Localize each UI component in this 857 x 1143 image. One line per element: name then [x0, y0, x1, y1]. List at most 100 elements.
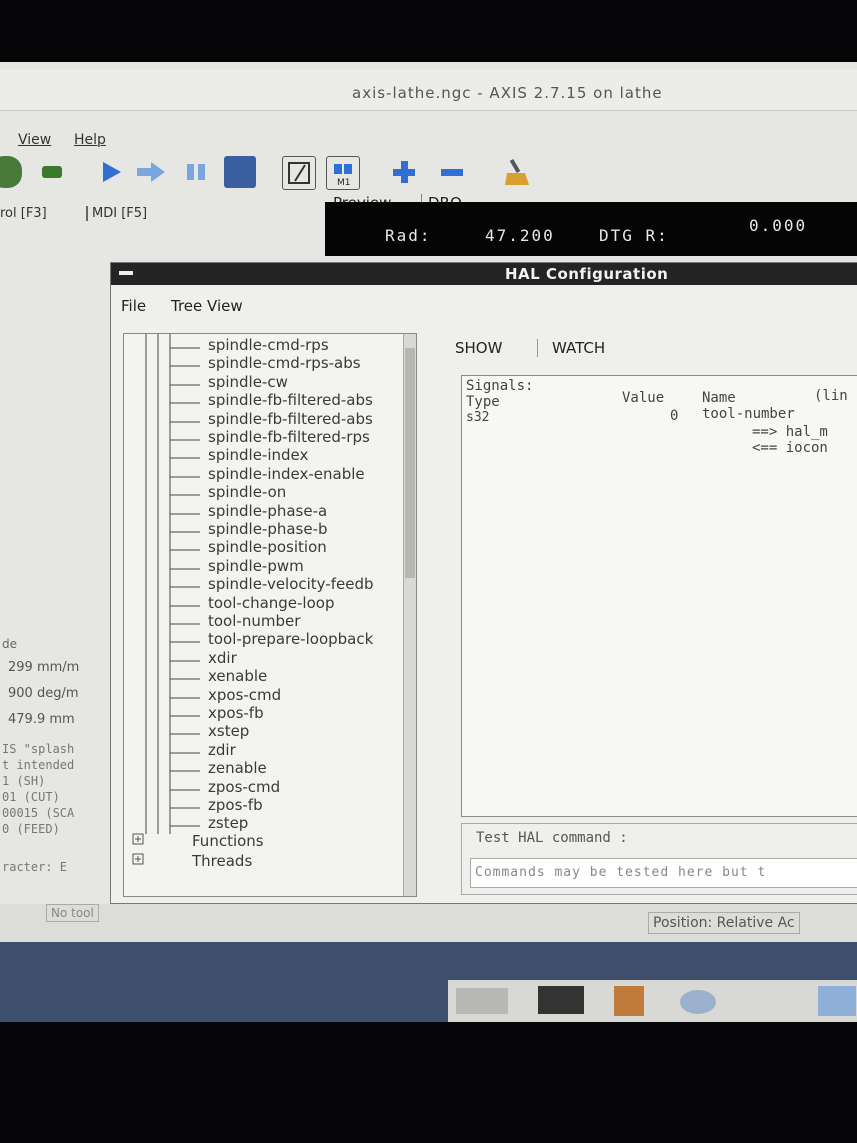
output-name-header: Name: [702, 390, 736, 406]
tree-item[interactable]: xpos-cmd: [208, 686, 281, 704]
tree-branch-line: [170, 715, 200, 717]
tree-item[interactable]: spindle-index: [208, 446, 308, 464]
tab-watch[interactable]: WATCH: [537, 339, 605, 357]
tree-branch-line: [170, 807, 200, 809]
tree-branch-line: [170, 789, 200, 791]
tree-branch-line: [170, 586, 200, 588]
tree-branch-line: [170, 623, 200, 625]
hal-title: HAL Configuration: [505, 265, 669, 283]
tree-item[interactable]: xpos-fb: [208, 704, 264, 722]
dock: [448, 980, 857, 1022]
taskbar: [0, 942, 857, 1022]
status-character: racter: E: [2, 860, 68, 874]
tree-branch-line: [170, 457, 200, 459]
tab-show[interactable]: SHOW: [455, 339, 502, 357]
output-value: 0: [670, 408, 679, 424]
dro-rad-value: 47.200: [485, 226, 555, 245]
screen: axis-lathe.ngc - AXIS 2.7.15 on lathe Vi…: [0, 62, 857, 1022]
tree-item[interactable]: spindle-index-enable: [208, 465, 365, 483]
optional-stop-icon[interactable]: M1: [326, 156, 360, 190]
tree-item[interactable]: spindle-cmd-rps: [208, 336, 329, 354]
tree-item[interactable]: spindle-on: [208, 483, 286, 501]
dro-rad-label: Rad:: [385, 226, 432, 245]
tree-root-functions[interactable]: Functions: [192, 832, 264, 850]
step-icon[interactable]: [135, 156, 167, 188]
gcode-line-5: 00015 (SCA: [2, 806, 75, 820]
tab-mdi[interactable]: MDI [F5]: [86, 206, 147, 221]
tree-item[interactable]: tool-change-loop: [208, 594, 334, 612]
output-lin-header: (lin: [814, 388, 848, 404]
output-type-header: Type: [466, 394, 500, 410]
hal-configuration-window: HAL Configuration File Tree View spindle…: [110, 262, 857, 904]
power-icon[interactable]: [36, 156, 68, 188]
svg-text:M1: M1: [337, 178, 351, 187]
tree-item[interactable]: spindle-pwm: [208, 557, 304, 575]
position-status: Position: Relative Ac: [648, 912, 800, 934]
tree-item[interactable]: xstep: [208, 722, 249, 740]
test-hal-placeholder: Commands may be tested here but t: [475, 865, 767, 880]
hal-menu-file[interactable]: File: [121, 297, 146, 315]
tree-branch-line: [170, 439, 200, 441]
tree-item[interactable]: zpos-cmd: [208, 778, 280, 796]
output-value-header: Value: [622, 390, 665, 406]
tree-item[interactable]: zpos-fb: [208, 796, 263, 814]
tree-item[interactable]: spindle-cw: [208, 373, 288, 391]
menu-view[interactable]: View: [18, 132, 51, 148]
stop-icon[interactable]: [224, 156, 256, 188]
window-titlebar: axis-lathe.ngc - AXIS 2.7.15 on lathe: [0, 70, 857, 111]
tree-item[interactable]: zenable: [208, 759, 267, 777]
tree-scroll-thumb[interactable]: [405, 348, 415, 578]
tree-item[interactable]: tool-number: [208, 612, 300, 630]
tree-branch-line: [170, 402, 200, 404]
tab-manual-control[interactable]: rol [F3]: [0, 206, 47, 221]
tree-branch-line: [170, 494, 200, 496]
tree-item[interactable]: spindle-phase-b: [208, 520, 328, 538]
clear-plot-icon[interactable]: [500, 156, 532, 188]
estop-icon[interactable]: [0, 156, 22, 188]
hal-tree: spindle-cmd-rps spindle-cmd-rps-abs spindl…: [123, 333, 417, 897]
max-velocity-value: 479.9 mm: [8, 712, 75, 727]
tree-root-threads[interactable]: Threads: [192, 852, 252, 870]
run-icon[interactable]: [95, 156, 127, 188]
tree-item[interactable]: spindle-phase-a: [208, 502, 327, 520]
tree-item[interactable]: spindle-fb-filtered-rps: [208, 428, 370, 446]
tree-item[interactable]: spindle-velocity-feedb: [208, 575, 374, 593]
main-toolbar: M1: [0, 148, 857, 198]
tree-item[interactable]: zdir: [208, 741, 236, 759]
zoom-in-icon[interactable]: [388, 156, 420, 188]
gcode-line-1: IS "splash: [2, 742, 75, 756]
tree-branch-line: [170, 347, 200, 349]
tree-lines: [145, 334, 171, 834]
tree-item[interactable]: tool-prepare-loopback: [208, 630, 373, 648]
tree-item[interactable]: xdir: [208, 649, 237, 667]
test-hal-input[interactable]: Commands may be tested here but t: [470, 858, 857, 888]
output-link-out: ==> hal_m: [752, 424, 828, 440]
tree-item[interactable]: zstep: [208, 814, 248, 832]
hal-menu-tree-view[interactable]: Tree View: [171, 297, 243, 315]
expand-icons[interactable]: [132, 832, 146, 872]
tree-item[interactable]: xenable: [208, 667, 267, 685]
tree-branch-line: [170, 752, 200, 754]
tree-branch-line: [170, 549, 200, 551]
tree-branch-line: [170, 733, 200, 735]
tree-item[interactable]: spindle-fb-filtered-abs: [208, 391, 373, 409]
hal-output-area: Signals: Type Value Name (lin s32 0 tool…: [461, 375, 857, 817]
tree-branch-line: [170, 513, 200, 515]
tree-item[interactable]: spindle-cmd-rps-abs: [208, 354, 361, 372]
menu-help[interactable]: Help: [74, 132, 106, 148]
tree-branch-line: [170, 660, 200, 662]
status-bar: No tool Position: Relative Ac: [0, 904, 857, 944]
tree-branch-line: [170, 770, 200, 772]
test-hal-label: Test HAL command :: [476, 830, 628, 846]
tree-scrollbar[interactable]: [403, 334, 416, 896]
gcode-line-2: t intended: [2, 758, 75, 772]
pause-icon[interactable]: [180, 156, 212, 188]
tree-branch-line: [170, 697, 200, 699]
tree-item[interactable]: spindle-position: [208, 538, 327, 556]
tree-branch-line: [170, 384, 200, 386]
zoom-out-icon[interactable]: [436, 156, 468, 188]
feed-override-value: 299 mm/m: [8, 660, 80, 675]
tree-item[interactable]: spindle-fb-filtered-abs: [208, 410, 373, 428]
block-delete-icon[interactable]: [282, 156, 316, 190]
window-menu-icon[interactable]: [115, 263, 137, 285]
